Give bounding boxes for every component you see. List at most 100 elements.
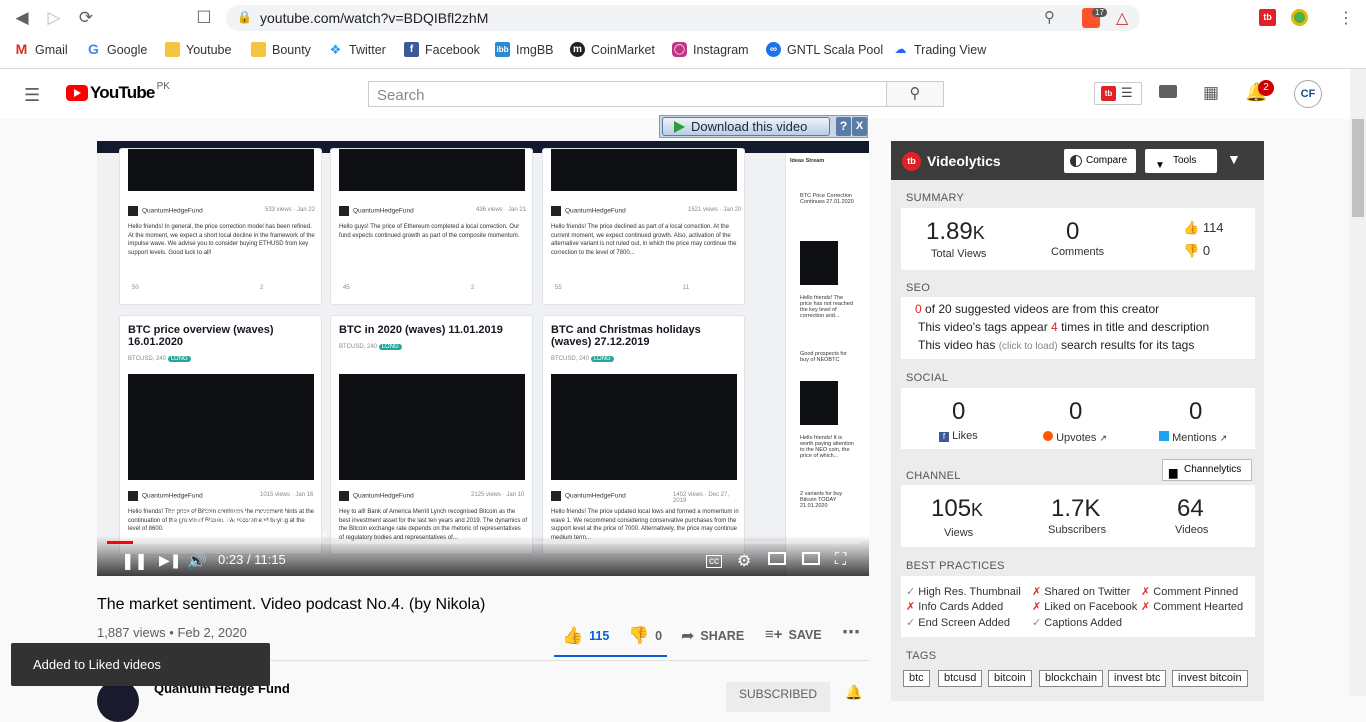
notification-bell-icon[interactable]: 🔔: [845, 684, 862, 701]
idea-author: QuantumHedgeFund: [128, 206, 203, 216]
bookmark-youtube[interactable]: Youtube: [165, 42, 231, 57]
bp-item: ✗ Liked on Facebook: [1032, 601, 1138, 613]
folder-icon: [251, 42, 266, 57]
tradingview-icon: ☁: [894, 42, 907, 56]
chart-thumbnail: [128, 374, 314, 480]
idea-symbol: BTCUSD, 240 LONG: [339, 344, 402, 350]
miniplayer-icon[interactable]: [768, 552, 786, 565]
instagram-icon: ◯: [672, 42, 687, 57]
bp-item: ✓ High Res. Thumbnail: [906, 586, 1021, 598]
stream-chart: [800, 381, 838, 425]
settings-gear-icon[interactable]: ⚙: [737, 551, 751, 571]
compare-icon: [1070, 155, 1082, 167]
author-avatar: [128, 206, 138, 216]
vidiq-extension-icon[interactable]: tb: [1259, 9, 1276, 26]
stream-chart: [800, 241, 838, 285]
video-player[interactable]: QuantumHedgeFund 533 views · Jan 22 Hell…: [97, 141, 869, 576]
reddit-icon: [1043, 431, 1053, 441]
bookmark-instagram[interactable]: ◯ Instagram: [672, 42, 749, 57]
click-to-load-link[interactable]: (click to load): [999, 341, 1058, 352]
tag-chip[interactable]: bitcoin: [988, 670, 1032, 687]
back-icon[interactable]: ◀: [12, 8, 32, 28]
ideas-stream-panel: Ideas Stream BTC Price Correction Contin…: [785, 153, 869, 576]
thumbs-up-icon: 👍: [562, 626, 584, 645]
subscribed-button[interactable]: SUBSCRIBED: [726, 682, 830, 712]
youtube-header: ☰ YouTube PK Search ⚲ tb ☰ ▦ 🔔 2 CF: [0, 69, 1350, 119]
apps-grid-icon[interactable]: ▦: [1203, 83, 1219, 103]
bookmark-twitter[interactable]: ❖ Twitter: [328, 42, 386, 57]
pause-icon[interactable]: ❚❚: [121, 551, 148, 571]
vidiq-toggle-button[interactable]: tb ☰: [1094, 82, 1142, 105]
extension-icon[interactable]: [1291, 9, 1308, 26]
address-bar[interactable]: 🔒 youtube.com/watch?v=BDQIBfl2zhM ⚲ 17 △: [226, 5, 1140, 31]
author-avatar: [339, 491, 349, 501]
avatar[interactable]: CF: [1294, 80, 1322, 108]
compare-button[interactable]: Compare: [1064, 149, 1136, 173]
bookmark-gmail[interactable]: M Gmail: [14, 42, 68, 57]
volume-icon[interactable]: 🔊: [187, 551, 207, 571]
scrollbar-thumb[interactable]: [1352, 119, 1364, 217]
like-button[interactable]: 👍 115: [562, 626, 609, 646]
share-button[interactable]: ➦ SHARE: [681, 626, 744, 646]
idea-card: QuantumHedgeFund 1521 views · Jan 20 Hel…: [542, 148, 745, 305]
bookmark-icon[interactable]: ☐: [194, 8, 214, 28]
vidiq-icon: tb: [1101, 86, 1116, 101]
forward-icon[interactable]: ▷: [44, 8, 64, 28]
close-button[interactable]: X: [852, 117, 867, 136]
seo-line-3: This video has (click to load) search re…: [918, 338, 1195, 352]
idea-likes: 50: [132, 285, 139, 291]
save-button[interactable]: ≡+ SAVE: [765, 626, 822, 643]
folder-icon: [165, 42, 180, 57]
bookmark-imgbb[interactable]: ibb ImgBB: [495, 42, 554, 57]
comments-label: Comments: [1051, 246, 1105, 258]
chart-thumbnail: [128, 149, 314, 191]
social-mentions-label: Mentions ↗: [1159, 431, 1227, 444]
search-button[interactable]: ⚲: [886, 81, 944, 107]
help-button[interactable]: ?: [836, 117, 851, 136]
tags-heading: TAGS: [906, 650, 937, 662]
bookmark-tradingview[interactable]: ☁ Trading View: [893, 42, 987, 57]
channelytics-button[interactable]: ▆ Channelytics: [1162, 459, 1252, 481]
bookmark-facebook[interactable]: f Facebook: [404, 42, 480, 57]
fullscreen-icon[interactable]: ⛶: [835, 551, 846, 569]
chart-thumbnail: [551, 149, 737, 191]
idea-card: QuantumHedgeFund 436 views · Jan 21 Hell…: [330, 148, 533, 305]
facebook-icon: f: [939, 432, 949, 442]
idea-author: QuantumHedgeFund: [339, 491, 414, 501]
best-practices-heading: BEST PRACTICES: [906, 560, 1005, 572]
menu-icon[interactable]: ⋮: [1338, 8, 1354, 28]
reload-icon[interactable]: ⟳: [76, 8, 96, 28]
captions-icon[interactable]: cc: [706, 555, 722, 568]
rewards-icon[interactable]: △: [1116, 8, 1128, 28]
hamburger-icon[interactable]: ☰: [24, 85, 40, 106]
tag-chip[interactable]: invest bitcoin: [1172, 670, 1248, 687]
summary-likes: 👍 114: [1183, 220, 1224, 235]
search-input[interactable]: Search: [368, 81, 887, 107]
tag-chip[interactable]: invest btc: [1108, 670, 1167, 687]
gntl-icon: ∞: [766, 42, 781, 57]
download-video-button[interactable]: Download this video: [662, 117, 830, 136]
collapse-chevron-icon[interactable]: ▼: [1227, 151, 1241, 167]
summary-heading: SUMMARY: [906, 192, 965, 204]
bookmark-bounty[interactable]: Bounty: [251, 42, 311, 57]
bookmark-coinmarket[interactable]: m CoinMarket: [570, 42, 655, 57]
youtube-play-icon: [66, 85, 88, 101]
tag-chip[interactable]: btcusd: [938, 670, 983, 687]
bookmark-google[interactable]: G Google: [86, 42, 147, 57]
dislike-button[interactable]: 👎 0: [628, 626, 662, 646]
more-actions-icon[interactable]: ⋯: [842, 622, 860, 643]
channel-avatar[interactable]: [97, 680, 139, 722]
progress-bar[interactable]: [107, 541, 859, 544]
watermark-title: TRADINGVIEW: [169, 509, 288, 526]
tag-chip[interactable]: btc: [903, 670, 930, 687]
next-icon[interactable]: ▶❚: [159, 552, 182, 569]
tag-chip[interactable]: blockchain: [1039, 670, 1103, 687]
bookmark-gntl[interactable]: ∞ GNTL Scala Pool: [766, 42, 883, 57]
tools-button[interactable]: ▼ Tools: [1145, 149, 1217, 173]
zoom-icon[interactable]: ⚲: [1044, 8, 1055, 26]
bar-chart-icon: ▆: [1169, 467, 1178, 479]
youtube-logo[interactable]: YouTube PK: [66, 81, 170, 103]
theater-mode-icon[interactable]: [802, 552, 820, 565]
create-video-icon[interactable]: [1159, 85, 1177, 98]
idea-text: Hello guys! The price of Ethereum comple…: [339, 224, 520, 239]
